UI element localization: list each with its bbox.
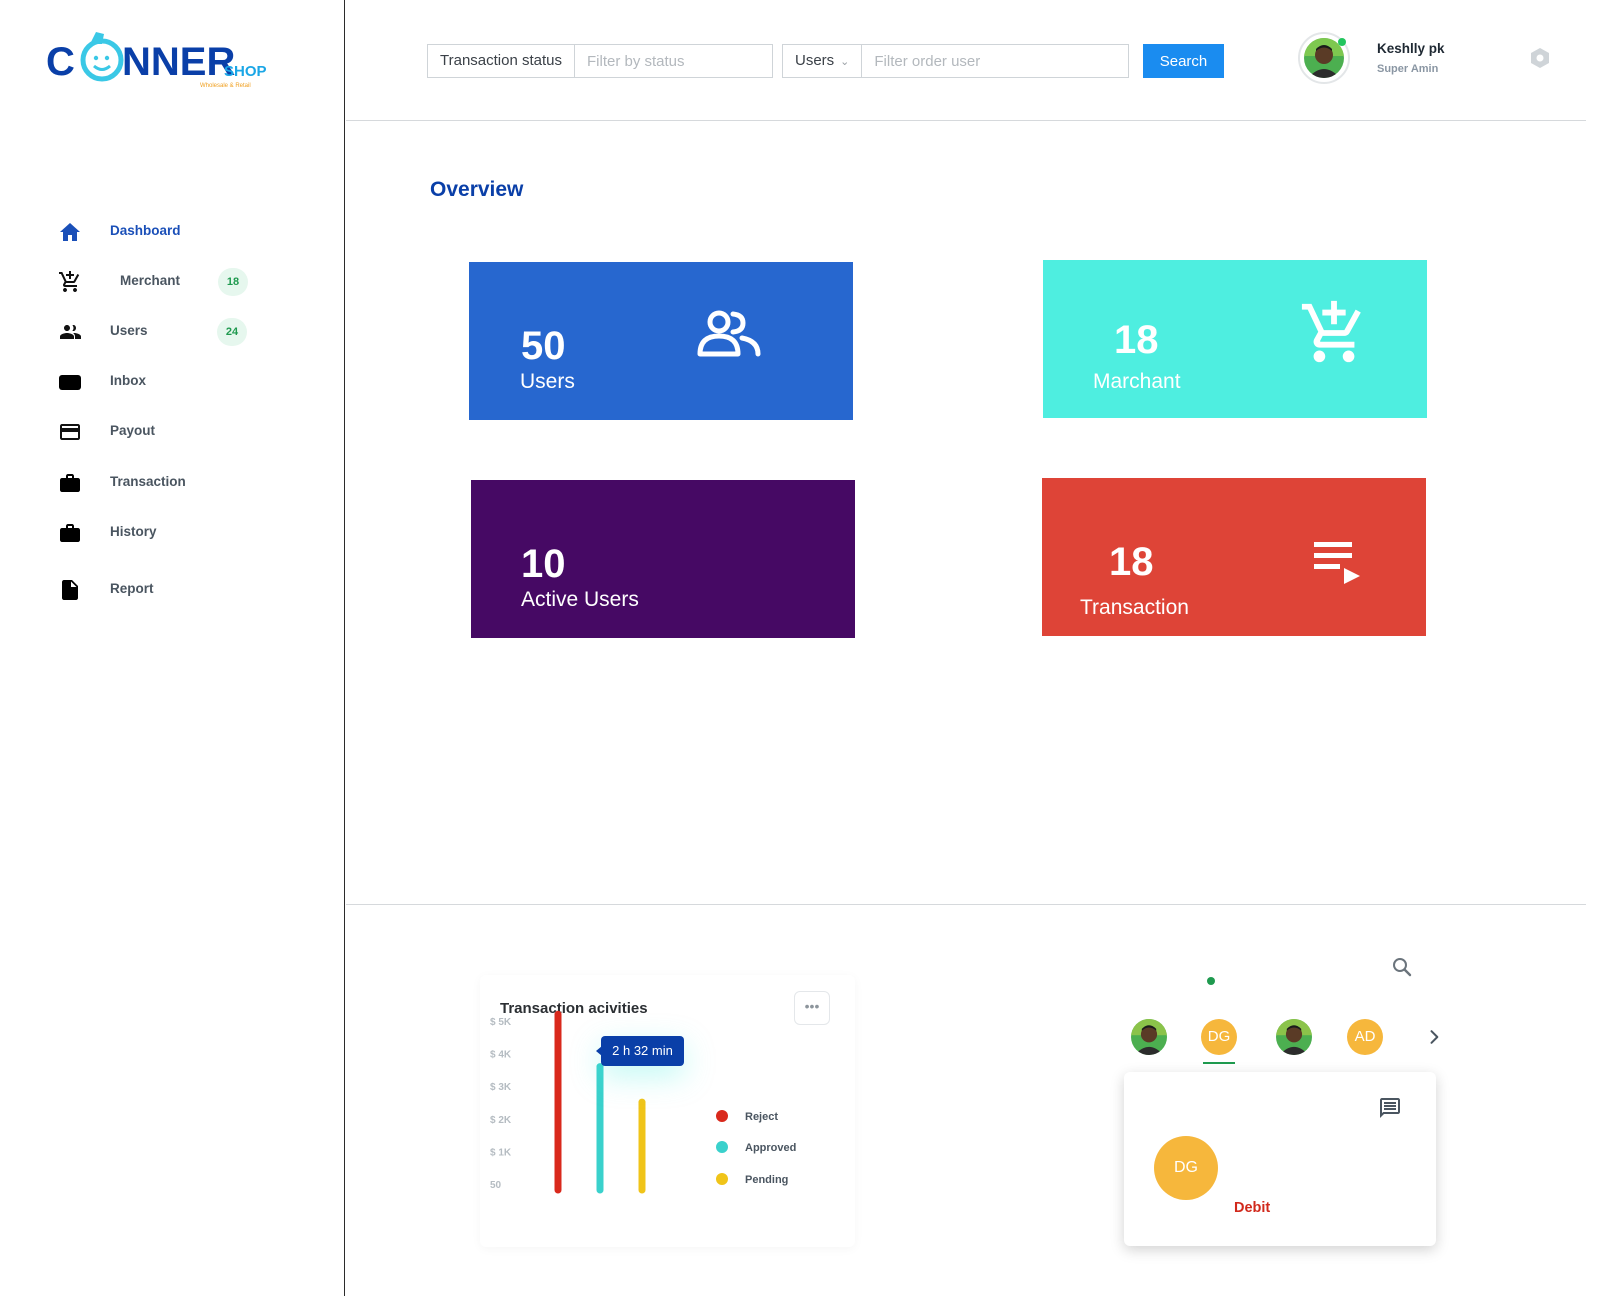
user-filter-input[interactable] xyxy=(862,45,1126,77)
chevron-right-icon[interactable] xyxy=(1424,1027,1444,1047)
briefcase-icon xyxy=(60,474,80,492)
chevron-down-icon: ⌄ xyxy=(840,56,850,68)
count-badge: 24 xyxy=(217,318,247,346)
settings-hexagon-icon[interactable] xyxy=(1528,46,1552,70)
stat-label: Active Users xyxy=(521,588,639,611)
stat-card-transaction[interactable]: 18 Transaction xyxy=(1042,478,1426,636)
sidebar-item-label: History xyxy=(110,524,157,539)
stat-card-merchant[interactable]: 18 Marchant xyxy=(1043,260,1427,418)
stat-label: Marchant xyxy=(1093,370,1181,393)
svg-text:NNER: NNER xyxy=(122,40,235,84)
legend-swatch xyxy=(716,1141,728,1153)
user-name: Keshlly pk xyxy=(1377,41,1445,56)
online-status-dot xyxy=(1338,38,1346,46)
legend-label: Reject xyxy=(745,1111,778,1123)
stat-card-active-users[interactable]: 10 Active Users xyxy=(471,480,855,638)
sidebar: C NNER SHOP Wholesale & Retail Dashboard… xyxy=(0,0,345,1296)
y-axis-tick-label: $ 4K xyxy=(490,1050,512,1061)
legend-swatch xyxy=(716,1110,728,1122)
document-icon xyxy=(62,580,78,600)
contact-avatar-photo[interactable] xyxy=(1276,1019,1312,1055)
svg-text:C: C xyxy=(46,40,75,84)
credit-card-icon xyxy=(60,424,80,440)
inbox-icon xyxy=(59,375,81,390)
y-axis-tick-label: 50 xyxy=(490,1180,502,1191)
sidebar-item-history[interactable]: History xyxy=(0,513,345,553)
avatar[interactable] xyxy=(1298,32,1350,84)
contact-avatar-photo[interactable] xyxy=(1131,1019,1167,1055)
legend-label: Pending xyxy=(745,1174,788,1186)
logo-graphic: C NNER SHOP Wholesale & Retail xyxy=(46,32,267,89)
status-filter-label: Transaction status xyxy=(428,45,575,77)
legend-label: Approved xyxy=(745,1142,796,1154)
stat-value: 18 xyxy=(1114,318,1159,362)
logo-thumb-icon xyxy=(80,32,124,82)
cart-plus-icon xyxy=(59,271,80,292)
legend-swatch xyxy=(716,1173,728,1185)
sidebar-item-inbox[interactable]: Inbox xyxy=(0,362,345,402)
detail-avatar: DG xyxy=(1154,1136,1218,1200)
y-axis-tick-label: $ 3K xyxy=(490,1082,512,1093)
section-divider xyxy=(346,904,1586,905)
chart-tooltip: 2 h 32 min xyxy=(596,1036,684,1066)
contact-avatar-initials[interactable]: DG xyxy=(1201,1019,1237,1055)
sidebar-item-report[interactable]: Report xyxy=(0,570,345,610)
stat-value: 50 xyxy=(521,324,566,368)
sidebar-item-label: Dashboard xyxy=(110,223,181,238)
transaction-detail-card[interactable]: DG Debit xyxy=(1124,1072,1436,1246)
briefcase-icon xyxy=(60,524,80,542)
svg-text:Wholesale & Retail: Wholesale & Retail xyxy=(200,83,251,89)
stat-card-users[interactable]: 50 Users xyxy=(469,262,853,420)
sidebar-item-payout[interactable]: Payout xyxy=(0,412,345,452)
users-icon xyxy=(697,310,761,357)
home-icon xyxy=(60,223,80,241)
playlist-play-icon xyxy=(1314,542,1360,584)
y-axis-tick-label: $ 5K xyxy=(490,1017,512,1028)
contact-avatar-initials[interactable]: AD xyxy=(1347,1019,1383,1055)
status-filter-input[interactable] xyxy=(575,45,770,77)
sidebar-item-label: Merchant xyxy=(120,273,181,288)
stat-value: 18 xyxy=(1109,540,1154,584)
sidebar-item-label: Transaction xyxy=(110,474,186,489)
status-filter: Transaction status xyxy=(427,44,773,78)
y-axis-tick-label: $ 1K xyxy=(490,1147,512,1158)
stat-label: Users xyxy=(520,370,575,393)
transaction-activity-chart: Transaction acivities ••• $ 5K $ 4K $ 3K $ … xyxy=(480,975,855,1247)
page-title: Overview xyxy=(430,178,524,201)
stat-label: Transaction xyxy=(1080,596,1189,619)
selected-contact-indicator xyxy=(1203,1062,1235,1064)
chart-canvas: $ 5K $ 4K $ 3K $ 2K $ 1K 50 Reject Approved Pend… xyxy=(490,1010,796,1194)
sidebar-item-label: Inbox xyxy=(110,373,146,388)
sidebar-item-label: Payout xyxy=(110,423,156,438)
transaction-type: Debit xyxy=(1234,1200,1271,1216)
count-badge: 18 xyxy=(218,268,248,296)
svg-text:SHOP: SHOP xyxy=(224,63,267,80)
sidebar-item-users[interactable]: Users 24 xyxy=(0,312,345,352)
user-filter-dropdown[interactable]: Users ⌄ xyxy=(783,45,863,77)
brand-logo[interactable]: C NNER SHOP Wholesale & Retail xyxy=(46,28,286,92)
sidebar-item-merchant[interactable]: Merchant 18 xyxy=(0,262,345,302)
user-role: Super Amin xyxy=(1377,63,1439,75)
sidebar-item-label: Users xyxy=(110,323,148,338)
cart-plus-icon xyxy=(1301,300,1361,363)
stat-value: 10 xyxy=(521,542,566,586)
user-filter-label: Users xyxy=(795,52,835,69)
sidebar-item-dashboard[interactable]: Dashboard xyxy=(0,212,345,252)
sidebar-item-transaction[interactable]: Transaction xyxy=(0,463,345,503)
sidebar-item-label: Report xyxy=(110,581,154,596)
user-filter: Users ⌄ xyxy=(782,44,1129,78)
message-icon[interactable] xyxy=(1378,1096,1402,1120)
search-icon[interactable] xyxy=(1390,955,1414,979)
status-dot xyxy=(1207,977,1215,985)
y-axis-tick-label: $ 2K xyxy=(490,1115,512,1126)
users-icon xyxy=(60,325,81,339)
search-button[interactable]: Search xyxy=(1143,44,1224,78)
